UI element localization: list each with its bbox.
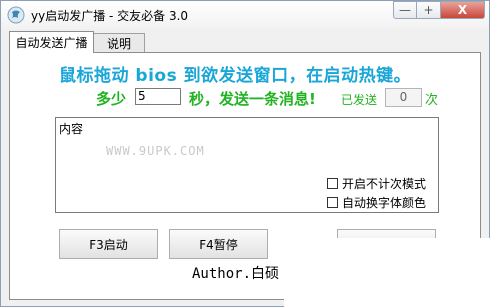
interval-seconds-input[interactable]: 5 xyxy=(135,88,181,105)
interval-suffix-label: 秒，发送一条消息! xyxy=(189,90,316,108)
overlay-mask xyxy=(284,238,490,307)
sent-count-label: 已发送 xyxy=(341,93,378,107)
minimize-button[interactable]: — xyxy=(393,1,417,19)
sent-count-field: 0 xyxy=(385,88,422,107)
auto-font-color-label: 自动换字体颜色 xyxy=(342,196,427,210)
close-button[interactable]: X xyxy=(441,1,485,19)
content-label: 内容 xyxy=(59,122,84,136)
window-title: yy启动发广播 - 交友必备 3.0 xyxy=(31,9,189,23)
instruction-heading: 鼠标拖动 bios 到欲发送窗口，在启动热键。 xyxy=(59,66,412,86)
start-button[interactable]: F3启动 xyxy=(59,229,158,259)
sent-count-unit: 次 xyxy=(425,93,439,108)
unlimited-mode-label: 开启不计次模式 xyxy=(342,177,427,191)
pause-button[interactable]: F4暂停 xyxy=(169,229,268,259)
tab-instructions[interactable]: 说明 xyxy=(93,33,145,53)
unlimited-mode-checkbox[interactable]: 开启不计次模式 xyxy=(327,175,426,192)
title-bar[interactable]: yy启动发广播 - 交友必备 3.0 — + X xyxy=(1,1,489,29)
checkbox-box[interactable] xyxy=(327,178,338,189)
site-watermark: WWW.9UPK.COM xyxy=(106,144,205,158)
auto-font-color-checkbox[interactable]: 自动换字体颜色 xyxy=(327,194,426,211)
app-icon xyxy=(7,6,25,24)
checkbox-box[interactable] xyxy=(327,197,338,208)
maximize-button[interactable]: + xyxy=(417,1,441,19)
window-controls: — + X xyxy=(393,1,485,20)
interval-prefix-label: 多少 xyxy=(96,90,127,108)
tab-auto-broadcast[interactable]: 自动发送广播 xyxy=(9,31,94,53)
author-credit: Author.白硕 xyxy=(192,266,280,282)
